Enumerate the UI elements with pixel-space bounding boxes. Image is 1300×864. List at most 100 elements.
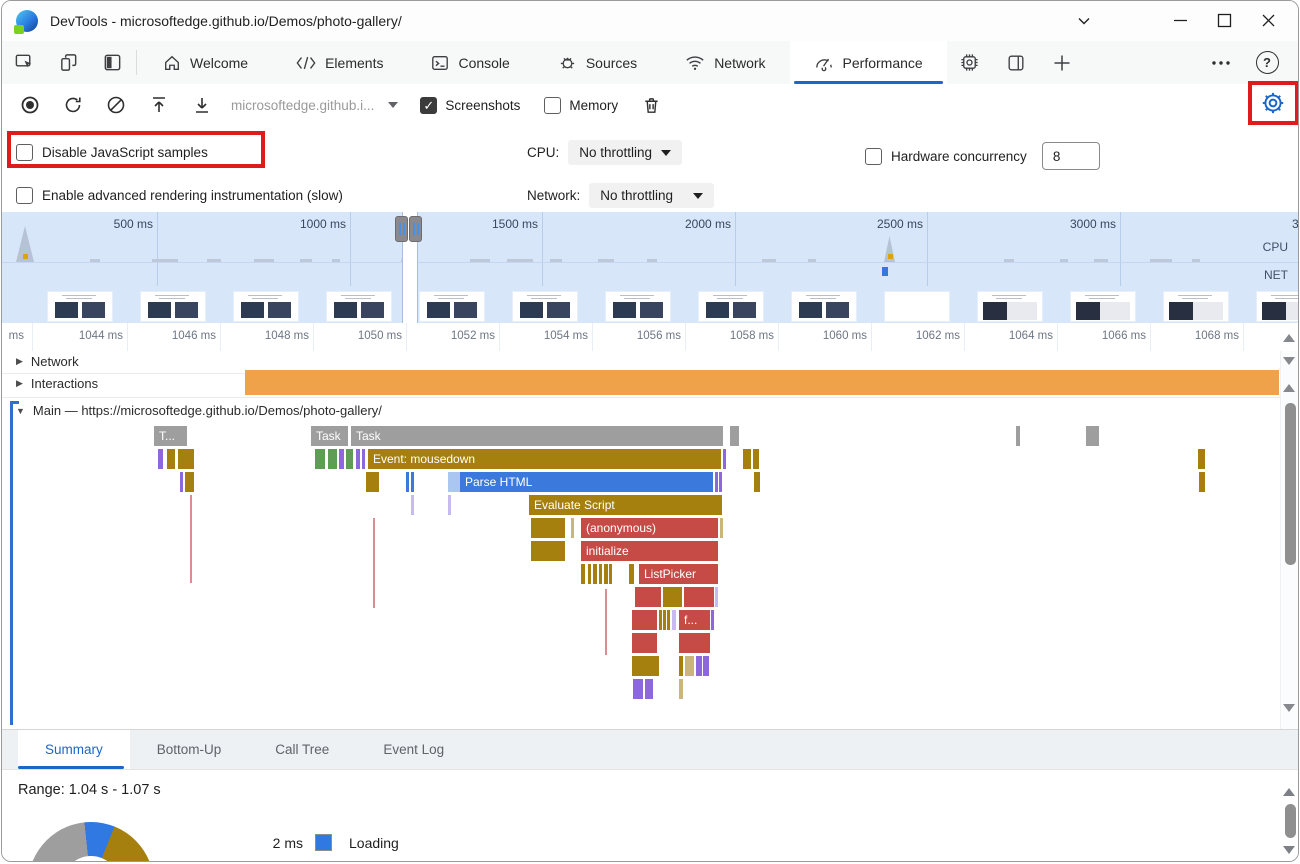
track-network-toggle[interactable]: ▶ Network (16, 354, 79, 369)
flame-bar[interactable] (593, 564, 597, 584)
track-main-toggle[interactable]: ▼ Main — https://microsoftedge.github.io… (16, 403, 382, 418)
flame-bar[interactable]: initialize (581, 541, 718, 561)
filmstrip-thumbnail[interactable] (792, 292, 856, 321)
track-interactions-toggle[interactable]: ▶ Interactions (16, 376, 98, 391)
flame-bar[interactable] (633, 679, 643, 699)
scroll-down-icon[interactable] (1283, 704, 1295, 712)
flame-bar[interactable] (663, 587, 682, 607)
flame-bar[interactable] (715, 472, 718, 492)
flame-bar[interactable] (645, 679, 653, 699)
flame-bar[interactable] (632, 610, 657, 630)
network-throttling-select[interactable]: No throttling (589, 183, 714, 208)
save-profile-icon[interactable] (180, 95, 223, 115)
screenshots-checkbox[interactable]: ✓ Screenshots (420, 97, 520, 114)
flame-bar[interactable] (315, 449, 325, 469)
scroll-down-icon[interactable] (1283, 357, 1295, 365)
scroll-down-icon[interactable] (1283, 846, 1295, 854)
scrollbar-thumb[interactable] (1285, 804, 1296, 838)
flame-bar[interactable] (604, 564, 608, 584)
flame-bar[interactable] (679, 633, 710, 653)
close-button[interactable] (1246, 3, 1290, 37)
filmstrip-thumbnail[interactable] (606, 292, 670, 321)
filmstrip-thumbnail[interactable] (513, 292, 577, 321)
memory-checkbox[interactable]: Memory (544, 97, 618, 114)
flame-bar[interactable]: Evaluate Script (529, 495, 722, 515)
tab-event-log[interactable]: Event Log (356, 730, 471, 769)
flame-bar[interactable] (571, 518, 574, 538)
flame-bar[interactable] (531, 541, 565, 561)
flame-bar[interactable] (723, 449, 726, 469)
tab-bottom-up[interactable]: Bottom-Up (130, 730, 249, 769)
tab-sources[interactable]: Sources (534, 41, 661, 84)
advanced-rendering-checkbox[interactable]: Enable advanced rendering instrumentatio… (16, 187, 343, 204)
flame-bar[interactable] (667, 610, 670, 630)
flame-bar[interactable]: (anonymous) (581, 518, 718, 538)
clear-button[interactable] (94, 95, 137, 115)
flame-bar[interactable] (684, 587, 714, 607)
scroll-up-icon[interactable] (1283, 334, 1295, 342)
flame-bar[interactable] (599, 564, 602, 584)
flame-bar[interactable] (743, 449, 751, 469)
flame-bar[interactable] (703, 656, 709, 676)
flame-bar[interactable] (696, 656, 702, 676)
flame-bar[interactable]: T... (154, 426, 187, 446)
flame-bar[interactable] (663, 610, 666, 630)
flame-bar[interactable] (679, 679, 683, 699)
activity-bar-icon[interactable] (90, 41, 134, 84)
flame-bar[interactable] (720, 518, 723, 538)
flame-bar[interactable] (685, 656, 694, 676)
hardware-concurrency-checkbox[interactable] (865, 148, 882, 165)
scroll-up-icon[interactable] (1283, 788, 1295, 796)
flame-bar[interactable] (346, 449, 353, 469)
flame-bar[interactable] (1086, 426, 1099, 446)
flame-bar[interactable] (632, 633, 657, 653)
flame-bar[interactable] (753, 449, 759, 469)
chevron-down-icon[interactable] (1064, 5, 1104, 37)
flame-bar[interactable] (178, 449, 194, 469)
interaction-bar[interactable] (245, 370, 1279, 395)
flame-bar[interactable] (339, 449, 344, 469)
tab-welcome[interactable]: Welcome (139, 41, 272, 84)
flame-bar[interactable] (1199, 472, 1205, 492)
filmstrip-thumbnail[interactable] (327, 292, 391, 321)
filmstrip-thumbnail[interactable] (699, 292, 763, 321)
flame-bar[interactable]: Parse HTML (460, 472, 713, 492)
profile-select[interactable]: microsoftedge.github.i... (231, 98, 398, 113)
selection-handle-right[interactable] (409, 216, 422, 242)
maximize-button[interactable] (1202, 3, 1246, 37)
timeline-overview[interactable]: 500 ms1000 ms1500 ms2000 ms2500 ms3000 m… (2, 212, 1298, 286)
flame-bar[interactable] (185, 472, 194, 492)
flame-bar[interactable] (180, 472, 183, 492)
reload-record-button[interactable] (51, 95, 94, 115)
flame-bar[interactable] (411, 495, 414, 515)
filmstrip-thumbnail[interactable] (885, 292, 949, 321)
filmstrip-thumbnail[interactable] (1071, 292, 1135, 321)
load-profile-icon[interactable] (137, 95, 180, 115)
flame-bar[interactable] (366, 472, 379, 492)
flame-bar[interactable] (629, 564, 634, 584)
scrollbar-thumb[interactable] (1285, 403, 1296, 565)
add-tools-plus-icon[interactable] (1039, 41, 1085, 84)
flame-bar[interactable] (411, 472, 414, 492)
flame-bar[interactable] (356, 449, 360, 469)
flame-bar[interactable]: f... (679, 610, 710, 630)
hardware-concurrency-input[interactable]: 8 (1042, 142, 1100, 170)
flame-bar[interactable]: ListPicker (639, 564, 718, 584)
device-emulation-icon[interactable] (46, 41, 90, 84)
flame-bar[interactable]: Task (351, 426, 723, 446)
flame-bar[interactable] (635, 587, 661, 607)
more-options-icon[interactable] (1198, 60, 1244, 66)
flame-bar[interactable] (1198, 449, 1205, 469)
trash-icon[interactable] (630, 96, 673, 115)
flame-bar[interactable] (730, 426, 739, 446)
flame-bar[interactable] (448, 495, 451, 515)
tab-call-tree[interactable]: Call Tree (248, 730, 356, 769)
help-icon[interactable]: ? (1244, 51, 1290, 74)
filmstrip-thumbnail[interactable] (420, 292, 484, 321)
flame-bar[interactable] (659, 610, 662, 630)
selection-handle-left[interactable] (395, 216, 408, 242)
flame-bar[interactable]: Event: mousedown (368, 449, 721, 469)
inspect-element-icon[interactable] (2, 41, 46, 84)
flame-bar[interactable] (531, 518, 565, 538)
filmstrip-thumbnail[interactable] (234, 292, 298, 321)
